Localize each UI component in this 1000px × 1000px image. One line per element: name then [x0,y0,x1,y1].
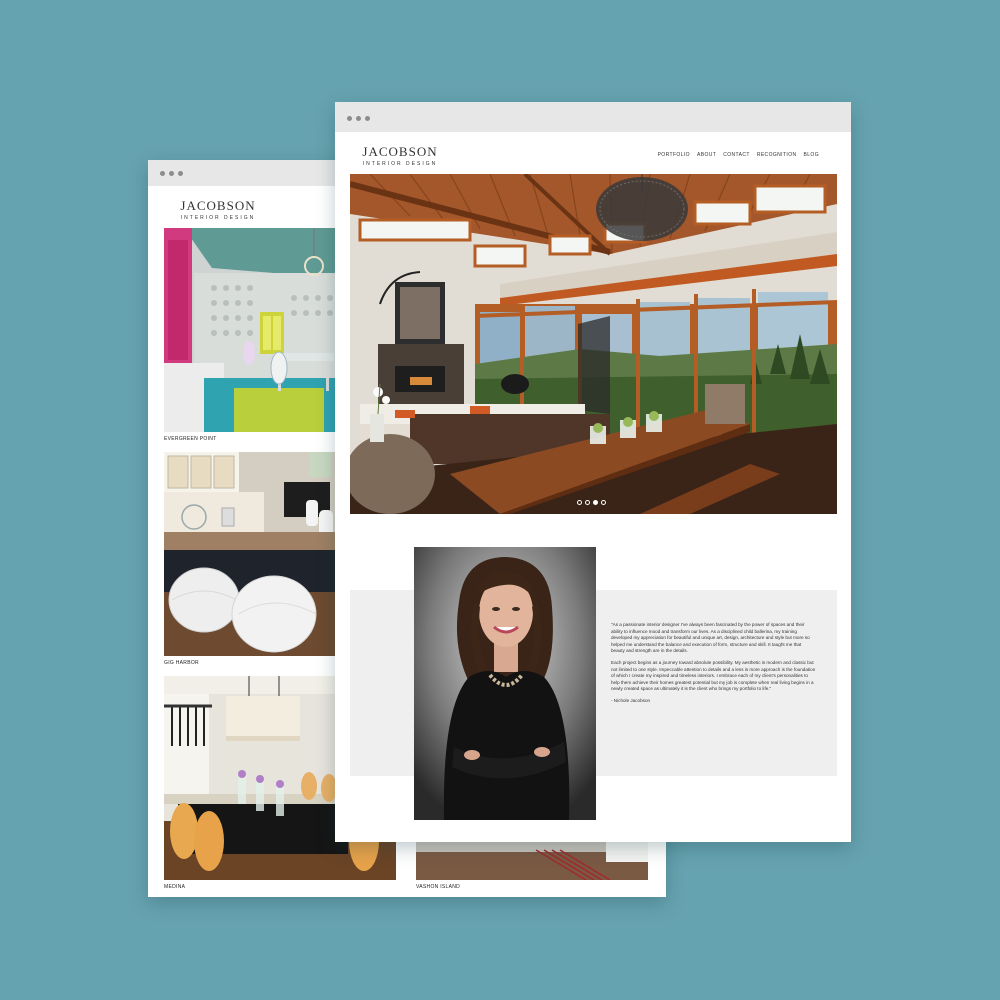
window-dot[interactable] [347,116,352,121]
room-photo-icon [164,452,335,656]
slide-dot[interactable] [585,500,590,505]
window-dot[interactable] [365,116,370,121]
room-photo-icon [164,228,335,432]
main-nav: PORTFOLIO ABOUT CONTACT RECOGNITION BLOG [658,152,819,158]
living-room-photo-icon [350,174,837,514]
portrait-photo-icon [414,547,596,820]
home-window: JACOBSON INTERIOR DESIGN PORTFOLIO ABOUT… [335,102,851,842]
window-dot[interactable] [160,171,165,176]
portfolio-item-gig-harbor[interactable] [164,452,335,656]
bio-signature: - Nichole Jacobson [611,697,651,703]
designer-portrait [414,547,596,820]
bio-paragraph: Each project begins as a journey toward … [611,659,816,692]
slideshow-dots [577,500,606,505]
portfolio-item-evergreen-point[interactable] [164,228,335,432]
room-photo-icon [416,840,648,880]
site-logo[interactable]: JACOBSON INTERIOR DESIGN [362,144,438,167]
portfolio-caption[interactable]: GIG HARBOR [164,660,199,666]
window-controls[interactable] [347,116,370,121]
logo-name: JACOBSON [180,198,256,213]
slide-dot[interactable] [593,500,598,505]
nav-blog[interactable]: BLOG [804,152,820,158]
site-logo[interactable]: JACOBSON INTERIOR DESIGN [178,198,258,221]
nav-about[interactable]: ABOUT [697,152,716,158]
slide-dot[interactable] [601,500,606,505]
browser-bar [335,102,851,132]
nav-recognition[interactable]: RECOGNITION [757,152,797,158]
portfolio-caption[interactable]: MEDINA [164,884,185,890]
window-dot[interactable] [356,116,361,121]
hero-slideshow[interactable] [350,174,837,514]
about-bio: "As a passionate interior designer I've … [611,622,816,710]
logo-tagline: INTERIOR DESIGN [362,161,438,167]
slide-dot[interactable] [577,500,582,505]
logo-tagline: INTERIOR DESIGN [180,215,256,221]
window-dot[interactable] [178,171,183,176]
portfolio-caption[interactable]: VASHON ISLAND [416,884,460,890]
nav-portfolio[interactable]: PORTFOLIO [658,152,690,158]
portfolio-caption[interactable]: EVERGREEN POINT [164,436,217,442]
window-controls[interactable] [160,171,183,176]
portfolio-item-vashon-island[interactable] [416,840,648,880]
logo-name: JACOBSON [362,144,438,159]
bio-quote: "As a passionate interior designer I've … [611,622,810,654]
window-dot[interactable] [169,171,174,176]
nav-contact[interactable]: CONTACT [723,152,750,158]
